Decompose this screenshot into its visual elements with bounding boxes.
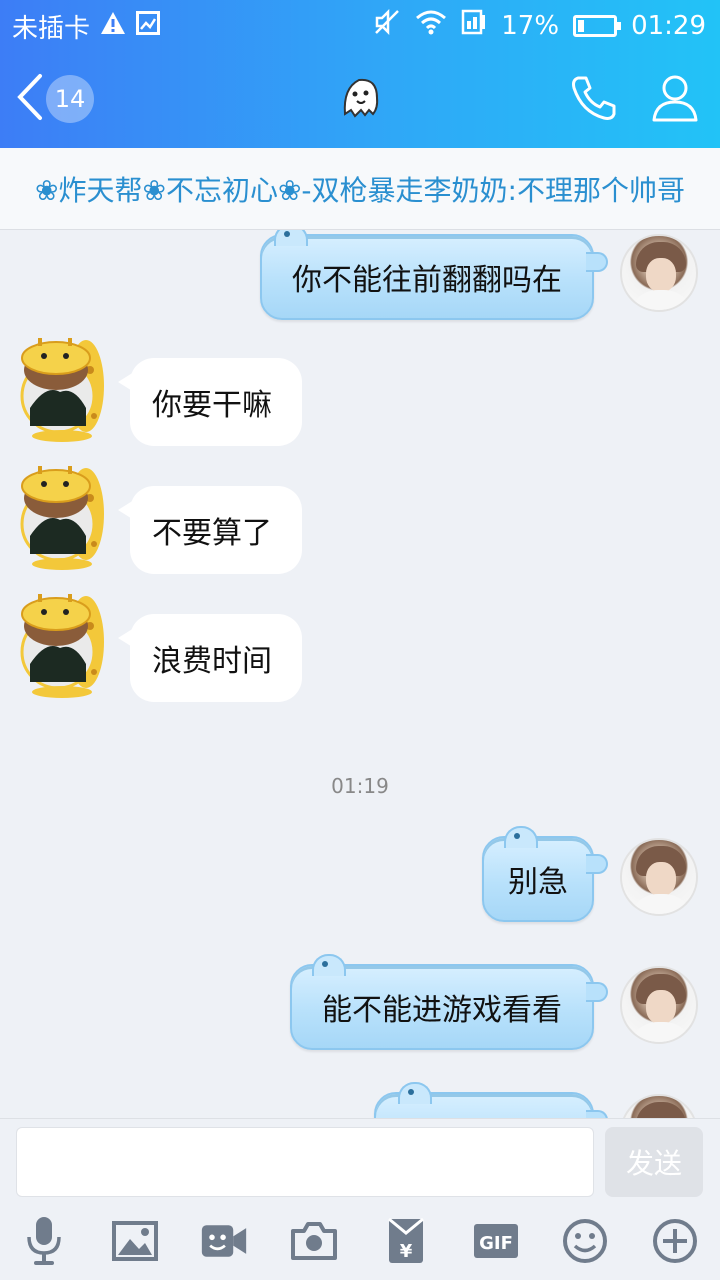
red-packet-icon[interactable]: ¥ <box>382 1215 430 1267</box>
warning-icon <box>100 11 126 42</box>
message-text: 能不能进游戏看看 <box>322 993 562 1028</box>
video-call-icon[interactable] <box>200 1215 248 1267</box>
send-button[interactable]: 发送 <box>605 1127 703 1197</box>
data-icon <box>461 9 487 42</box>
message-bubble-sent[interactable]: 别急 <box>482 826 608 922</box>
gif-label: GIF <box>479 1233 513 1254</box>
message-text: 你要干嘛 <box>152 388 272 423</box>
mute-icon <box>373 8 401 43</box>
message-bubble-sent[interactable] <box>374 1082 608 1118</box>
image-notification-icon <box>136 11 161 42</box>
top-bar: 未插卡 17% 01:29 14 <box>0 0 720 148</box>
clock: 01:29 <box>631 10 706 41</box>
emoji-icon[interactable] <box>561 1215 609 1267</box>
back-button[interactable]: 14 <box>14 72 94 126</box>
message-bubble-received[interactable]: 浪费时间 <box>118 614 302 702</box>
chevron-left-icon <box>14 72 44 126</box>
avatar[interactable] <box>620 234 698 312</box>
phone-icon[interactable] <box>568 72 620 128</box>
chat-area[interactable]: 你不能往前翻翻吗在 你要干嘛 不要算了 浪费时间 01:19 别急 能不能进游戏… <box>0 230 720 1118</box>
battery-icon <box>573 14 622 37</box>
carrier-label: 未插卡 <box>12 14 91 44</box>
timestamp: 01:19 <box>331 774 389 798</box>
unread-badge: 14 <box>46 75 94 123</box>
gif-icon[interactable]: GIF <box>472 1215 520 1267</box>
nav-bar: 14 <box>0 50 720 148</box>
person-icon[interactable] <box>650 72 700 128</box>
message-text: 浪费时间 <box>152 644 272 679</box>
message-bubble-sent[interactable]: 能不能进游戏看看 <box>290 954 608 1050</box>
message-bubble-received[interactable]: 你要干嘛 <box>118 358 302 446</box>
wifi-icon <box>415 9 447 42</box>
camera-icon[interactable] <box>290 1215 338 1267</box>
message-text: 别急 <box>508 865 568 900</box>
toolbar: ¥ GIF <box>0 1215 720 1271</box>
plus-icon[interactable] <box>651 1215 699 1267</box>
message-bubble-received[interactable]: 不要算了 <box>118 486 302 574</box>
group-title[interactable]: ❀炸天帮❀不忘初心❀-双枪暴走李奶奶:不理那个帅哥 <box>0 148 720 230</box>
avatar-giraffe[interactable] <box>16 464 108 574</box>
status-bar: 未插卡 17% 01:29 <box>0 0 720 50</box>
message-input[interactable] <box>16 1127 594 1197</box>
avatar[interactable] <box>620 966 698 1044</box>
image-icon[interactable] <box>111 1215 159 1267</box>
avatar-giraffe[interactable] <box>16 336 108 446</box>
yuan-label: ¥ <box>400 1241 413 1262</box>
ghost-icon[interactable] <box>337 74 383 124</box>
message-text: 你不能往前翻翻吗在 <box>292 263 562 298</box>
microphone-icon[interactable] <box>20 1215 68 1267</box>
avatar-giraffe[interactable] <box>16 592 108 702</box>
avatar[interactable] <box>620 1094 698 1118</box>
message-text: 不要算了 <box>152 516 272 551</box>
message-bubble-sent[interactable]: 你不能往前翻翻吗在 <box>260 230 608 320</box>
avatar[interactable] <box>620 838 698 916</box>
input-area: 发送 ¥ GIF <box>0 1118 720 1280</box>
battery-percent: 17% <box>501 10 560 41</box>
